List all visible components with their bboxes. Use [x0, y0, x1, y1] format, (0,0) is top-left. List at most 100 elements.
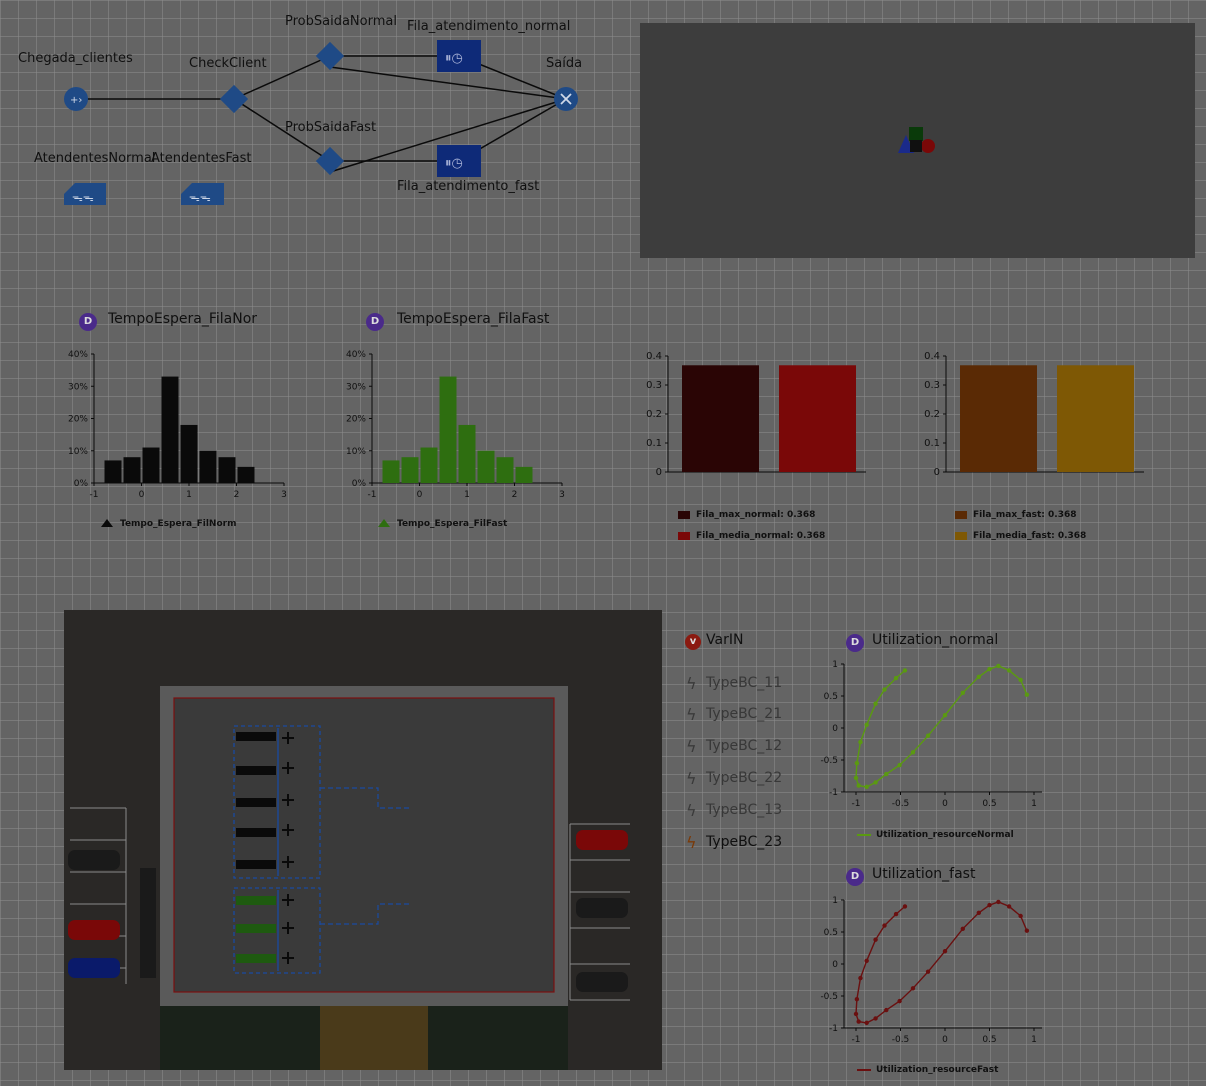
- hist-normal-legend: Tempo_Espera_FilNorm: [120, 519, 237, 529]
- x-tick-label: 0.5: [982, 799, 996, 809]
- car: [68, 920, 120, 940]
- model-canvas[interactable]: +› ⏸◷ ⏸◷ ᯓᯓ ᯓᯓ Chegada_clientes CheckCli…: [0, 0, 1206, 1086]
- data-point: [902, 668, 908, 673]
- data-point: [910, 986, 916, 991]
- car: [576, 972, 628, 992]
- source-chegada[interactable]: +›: [64, 87, 88, 111]
- series-line: [855, 901, 1028, 1024]
- histogram-bar: [104, 460, 122, 483]
- data-point: [873, 701, 878, 706]
- select-checkclient[interactable]: [219, 84, 249, 114]
- select-probsaidanormal[interactable]: [315, 41, 345, 71]
- car: [576, 830, 628, 850]
- data-point: [925, 969, 931, 974]
- hist-fast-title: TempoEspera_FilaFast: [397, 311, 550, 327]
- y-tick-label: 40%: [68, 350, 88, 360]
- x-tick-label: 1: [1031, 1035, 1037, 1045]
- y-tick-label: 20%: [346, 415, 366, 425]
- svg-text:ᯓᯓ: ᯓᯓ: [189, 191, 211, 204]
- legend-line: [857, 834, 871, 836]
- y-tick-label: 1: [832, 896, 838, 906]
- data-point: [897, 762, 902, 768]
- data-point: [910, 750, 916, 755]
- y-tick-label: 1: [832, 660, 838, 670]
- data-point: [882, 923, 887, 928]
- x-tick-label: 2: [234, 490, 240, 500]
- event-typebc-13[interactable]: TypeBC_13: [706, 803, 782, 818]
- data-point: [853, 1011, 859, 1017]
- y-tick-label: 0.2: [646, 409, 662, 420]
- legend-line: [857, 1069, 871, 1071]
- bar: [1057, 365, 1134, 472]
- data-point: [858, 975, 863, 981]
- utilization-fast-title: Utilization_fast: [872, 866, 976, 882]
- x-tick-label: -1: [852, 799, 861, 809]
- svg-text:⏸◷: ⏸◷: [445, 51, 463, 66]
- histogram-bar: [515, 466, 533, 483]
- y-tick-label: 30%: [68, 382, 88, 392]
- event-typebc-23[interactable]: TypeBC_23: [706, 835, 782, 850]
- y-tick-label: 0.1: [924, 438, 940, 449]
- data-point: [893, 911, 899, 917]
- event-typebc-12[interactable]: TypeBC_12: [706, 739, 782, 754]
- histogram-bar: [199, 450, 217, 483]
- service-fila-fast[interactable]: ⏸◷: [437, 145, 481, 177]
- utilization-normal-legend: Utilization_resourceNormal: [876, 830, 1014, 840]
- histogram-bar: [142, 447, 160, 483]
- x-tick-label: 3: [281, 490, 287, 500]
- data-point: [1018, 677, 1023, 683]
- service-fila-normal[interactable]: ⏸◷: [437, 40, 481, 72]
- histogram-bar: [401, 457, 419, 483]
- factory-floor-view[interactable]: [64, 610, 662, 1070]
- series-line: [855, 665, 1028, 788]
- resource-pool-normal[interactable]: ᯓᯓ: [64, 183, 106, 205]
- legend-swatch: [955, 511, 967, 519]
- sink-saida[interactable]: [554, 87, 578, 111]
- bar: [682, 365, 759, 472]
- x-tick-label: 1: [464, 490, 470, 500]
- y-tick-label: 40%: [346, 350, 366, 360]
- legend-media-fast: Fila_media_fast: 0.368: [973, 531, 1087, 541]
- event-typebc-11[interactable]: TypeBC_11: [706, 676, 782, 691]
- x-tick-label: 2: [512, 490, 518, 500]
- select-probsaidafast[interactable]: [315, 146, 345, 176]
- x-tick-label: 1: [186, 490, 192, 500]
- bar: [779, 365, 856, 472]
- histogram-bar: [420, 447, 438, 483]
- y-tick-label: -1: [829, 788, 838, 798]
- data-point: [1024, 692, 1030, 697]
- event-typebc-21[interactable]: TypeBC_21: [706, 707, 782, 722]
- resource-pool-fast[interactable]: ᯓᯓ: [181, 183, 224, 205]
- event-bolt-icon: ϟ: [686, 769, 697, 788]
- y-tick-label: -0.5: [820, 756, 838, 766]
- varin-label[interactable]: VarIN: [706, 633, 743, 648]
- event-bolt-icon: ϟ: [686, 833, 697, 852]
- y-tick-label: 0: [934, 467, 940, 478]
- legend-swatch: [678, 532, 690, 540]
- x-tick-label: -1: [852, 1035, 861, 1045]
- checkclient-label: CheckClient: [189, 56, 267, 71]
- data-point: [864, 784, 869, 790]
- fila-normal-label: Fila_atendimento_normal: [407, 19, 571, 34]
- data-point: [976, 910, 982, 915]
- y-tick-label: 30%: [346, 382, 366, 392]
- data-point: [996, 663, 1001, 669]
- y-tick-label: 10%: [68, 447, 88, 457]
- data-point: [873, 780, 878, 785]
- probsaidanormal-label: ProbSaidaNormal: [285, 14, 397, 29]
- event-bolt-icon: ϟ: [686, 801, 697, 820]
- data-point: [1006, 904, 1012, 909]
- x-tick-label: 0: [942, 1035, 948, 1045]
- y-tick-label: 0%: [74, 479, 89, 489]
- car: [68, 958, 120, 978]
- legend-max-fast: Fila_max_fast: 0.368: [973, 510, 1077, 520]
- event-typebc-22[interactable]: TypeBC_22: [706, 771, 782, 786]
- variable-icon: v: [685, 634, 701, 650]
- data-point: [864, 1020, 869, 1026]
- histogram-bar: [123, 457, 141, 483]
- data-point: [864, 958, 869, 963]
- histogram-normal: 0% 10% 20% 30% 40% -1 0 1 2 3: [68, 350, 287, 500]
- y-tick-label: 0.5: [824, 692, 838, 702]
- x-tick-label: 0: [139, 490, 145, 500]
- 3d-window[interactable]: [640, 23, 1195, 258]
